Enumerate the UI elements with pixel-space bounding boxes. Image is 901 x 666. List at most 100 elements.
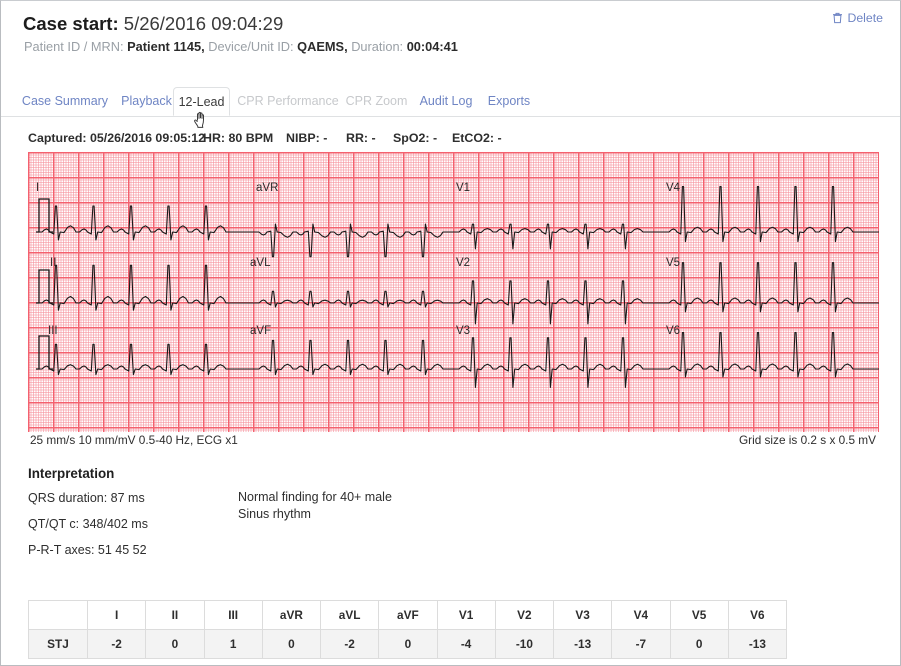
column-header-v6: V6 xyxy=(727,600,788,630)
vital-value: - xyxy=(371,131,376,145)
delete-button[interactable]: Delete xyxy=(832,11,883,25)
ecg-trace-segment xyxy=(253,290,453,308)
column-header-avl: aVL xyxy=(319,600,380,630)
interpretation-findings: Normal finding for 40+ male Sinus rhythm xyxy=(238,490,392,524)
case-detail-window: Case start: 5/26/2016 09:04:29 Patient I… xyxy=(0,0,901,666)
vital-label: Captured: xyxy=(28,131,90,145)
vital-spo2: SpO2: - xyxy=(393,131,437,145)
calibration-pulse xyxy=(36,269,53,304)
tab-label: Playback xyxy=(121,94,172,108)
ecg-scale-caption: 25 mm/s 10 mm/mV 0.5-40 Hz, ECG x1 xyxy=(30,433,238,447)
cell-stj-v5: 0 xyxy=(669,629,729,659)
vital-value: - xyxy=(323,131,328,145)
ecg-trace-segment xyxy=(36,205,253,241)
ecg-trace-segment xyxy=(663,262,879,313)
tab-exports[interactable]: Exports xyxy=(480,87,538,115)
ecg-trace-segment xyxy=(36,343,253,376)
case-meta-line: Patient ID / MRN: Patient 1145, Device/U… xyxy=(24,39,458,54)
ecg-trace-segment xyxy=(453,337,663,388)
prt-axes: P-R-T axes: 51 45 52 xyxy=(28,543,147,557)
lead-label-avl: aVL xyxy=(250,257,271,269)
page-header: Case start: 5/26/2016 09:04:29 Patient I… xyxy=(1,1,900,79)
tab-audit-log[interactable]: Audit Log xyxy=(412,87,480,115)
stj-measurements-table: I II III aVR aVL aVF V1 V2 V3 V4 V5 V6 STJ -2 0 1 0 -2 0-… xyxy=(28,600,788,659)
tab-label: Audit Log xyxy=(419,94,473,108)
tab-bar: Case Summary Playback 12-Lead CPR Performan… xyxy=(1,87,900,117)
tab-cpr-performance: CPR Performance xyxy=(230,87,346,115)
tab-label: Case Summary xyxy=(21,94,109,108)
lead-label-v4: V4 xyxy=(666,182,681,194)
ecg-trace-segment xyxy=(663,185,879,243)
cell-stj-avf: 0 xyxy=(378,629,438,659)
lead-label-ii: II xyxy=(50,257,57,269)
column-header-avf: aVF xyxy=(378,600,438,630)
cell-stj-iii: 1 xyxy=(203,629,263,659)
lead-label-v2: V2 xyxy=(456,257,471,269)
ecg-trace-segment xyxy=(36,264,253,311)
tab-label: CPR Performance xyxy=(237,94,339,108)
calibration-pulse xyxy=(36,198,53,233)
ecg-strip: IaVR V1 V4 II aVL V2 V5 III aVF V3 V6 xyxy=(28,152,879,432)
cell-stj-ii: 0 xyxy=(145,629,205,659)
vital-rr: RR: - xyxy=(346,131,376,145)
trash-icon xyxy=(832,12,843,24)
lead-label-v6: V6 xyxy=(666,325,681,337)
ecg-trace-segment xyxy=(663,332,879,378)
calibration-pulse xyxy=(36,335,53,370)
duration-label: Duration: xyxy=(351,39,404,54)
column-header-v3: V3 xyxy=(552,600,613,630)
cell-stj-v6: -13 xyxy=(727,629,788,659)
tab-label: 12-Lead xyxy=(178,95,225,109)
column-header-v1: V1 xyxy=(436,600,496,630)
vital-label: EtCO2: xyxy=(452,131,498,145)
tab-label: Exports xyxy=(487,94,531,108)
case-start-label: Case start: xyxy=(23,13,119,34)
stj-table-container: I II III aVR aVL aVF V1 V2 V3 V4 V5 V6 STJ -2 0 1 0 -2 0-… xyxy=(28,600,788,659)
cell-stj-v4: -7 xyxy=(611,629,671,659)
rhythm-text: Sinus rhythm xyxy=(238,507,311,521)
delete-label: Delete xyxy=(847,11,883,25)
vital-etco2: EtCO2: - xyxy=(452,131,502,145)
case-start-value: 5/26/2016 09:04:29 xyxy=(123,13,284,34)
cell-stj-i: -2 xyxy=(86,629,147,659)
lead-label-avr: aVR xyxy=(256,182,279,194)
page-title: Case start: 5/26/2016 09:04:29 xyxy=(23,13,283,35)
tab-12-lead[interactable]: 12-Lead xyxy=(173,87,230,116)
device-id-label: Device/Unit ID: xyxy=(208,39,294,54)
row-header-stj: STJ xyxy=(28,629,88,659)
tab-case-summary[interactable]: Case Summary xyxy=(17,87,113,115)
finding-text: Normal finding for 40+ male xyxy=(238,490,392,504)
table-row: STJ -2 0 1 0 -2 0 -4 -10 -13 -7 0 -13 xyxy=(28,629,788,659)
vital-value: - xyxy=(432,131,438,145)
vital-label: HR: xyxy=(203,131,229,145)
vital-label: RR: xyxy=(346,131,372,145)
column-header-avr: aVR xyxy=(261,600,322,630)
device-id-value: QAEMS, xyxy=(297,39,348,54)
tab-cpr-zoom: CPR Zoom xyxy=(341,87,412,115)
column-header-v5: V5 xyxy=(669,600,729,630)
tab-playback[interactable]: Playback xyxy=(113,87,180,115)
vital-hr: HR: 80 BPM xyxy=(203,131,273,145)
interpretation-measurements: QRS duration: 87 ms QT/QT c: 348/402 ms … xyxy=(28,491,148,569)
tab-label: CPR Zoom xyxy=(345,94,408,108)
cell-stj-avr: 0 xyxy=(261,629,322,659)
cell-stj-v3: -13 xyxy=(552,629,613,659)
patient-id-label: Patient ID / MRN: xyxy=(24,39,124,54)
ecg-gridsize-caption: Grid size is 0.2 s x 0.5 mV xyxy=(738,433,876,447)
vital-value: 80 BPM xyxy=(228,131,274,145)
interpretation-heading: Interpretation xyxy=(28,466,115,481)
lead-label-i: I xyxy=(36,182,40,194)
ecg-waveform xyxy=(36,185,879,388)
lead-label-avf: aVF xyxy=(250,325,272,337)
lead-label-v5: V5 xyxy=(666,257,681,269)
ecg-trace-segment xyxy=(253,339,453,376)
lead-label-v3: V3 xyxy=(456,325,471,337)
cell-stj-v2: -10 xyxy=(494,629,555,659)
column-header-iii: III xyxy=(203,600,263,630)
vital-value: - xyxy=(497,131,502,145)
vital-captured: Captured: 05/26/2016 09:05:12 xyxy=(28,131,205,145)
vital-label: NIBP: xyxy=(286,131,324,145)
cell-stj-avl: -2 xyxy=(319,629,380,659)
duration-value: 00:04:41 xyxy=(406,39,458,54)
lead-label-iii: III xyxy=(48,325,58,337)
